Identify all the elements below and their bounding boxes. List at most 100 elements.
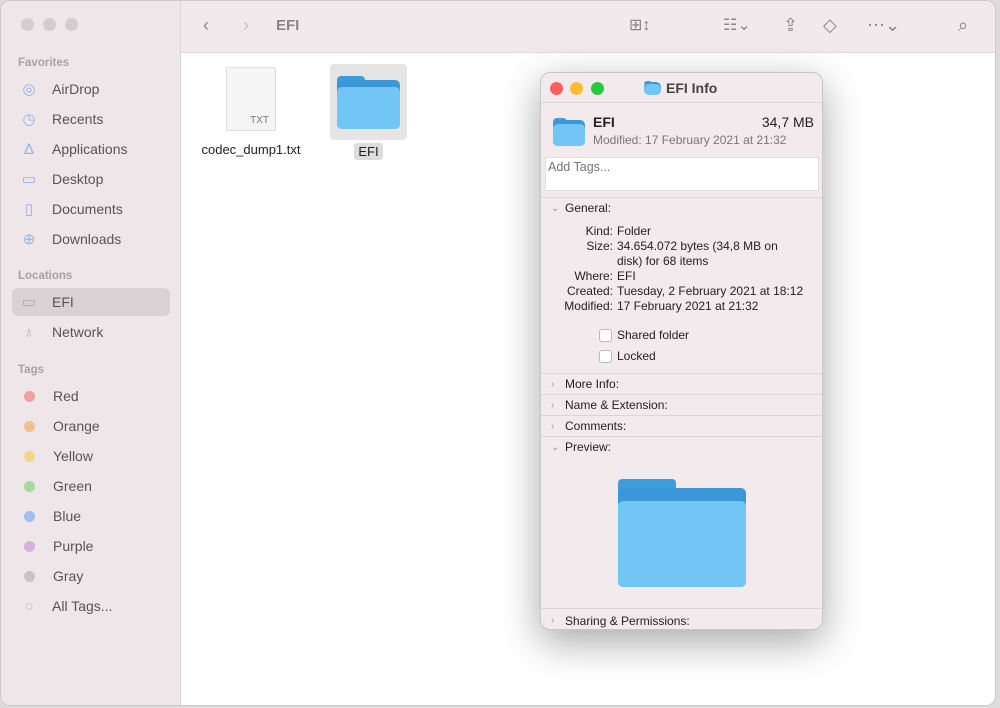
sidebar-item-red[interactable]: Red [12, 382, 170, 410]
field-key: Modified: [564, 299, 613, 313]
info-titlebar: EFI Info [541, 73, 822, 103]
info-close-button[interactable] [550, 82, 563, 95]
shared-folder-checkbox[interactable]: Shared folder [599, 328, 689, 342]
sidebar: Favorites ◎ AirDrop ◷ Recents ∆ Applications ▭… [1, 1, 181, 705]
sidebar-item-label: Recents [52, 111, 104, 127]
section-more-info[interactable]: › More Info: [541, 373, 822, 394]
section-label: More Info: [565, 377, 620, 391]
sidebar-item-label: Purple [53, 538, 94, 554]
section-preview[interactable]: ⌄ Preview: [541, 436, 822, 457]
sidebar-item-applications[interactable]: ∆ Applications [12, 135, 170, 163]
globe-icon: ♁ [23, 323, 35, 341]
file-name: codec_dump1.txt [201, 142, 301, 157]
icon-view-icon[interactable]: ⊞↕ [629, 15, 650, 35]
tag-icon[interactable]: ◇ [823, 15, 837, 36]
sidebar-item-label: Orange [53, 418, 100, 434]
sidebar-item-label: Network [52, 324, 104, 340]
forward-icon[interactable]: › [243, 15, 249, 36]
field-value: Tuesday, 2 February 2021 at 18:12 [617, 284, 804, 298]
chevron-right-icon: › [551, 399, 555, 411]
locked-checkbox[interactable]: Locked [599, 349, 656, 363]
tag-dot-icon [24, 510, 35, 522]
sidebar-item-gray[interactable]: Gray [12, 562, 170, 590]
tag-dot-icon [24, 450, 35, 462]
window-title: EFI [276, 17, 300, 34]
folder-icon [644, 81, 661, 95]
tag-dot-icon [24, 570, 35, 582]
info-minimize-button[interactable] [570, 82, 583, 95]
checkbox-box [599, 328, 612, 342]
field-value: disk) for 68 items [617, 254, 709, 268]
section-locations: Locations [18, 270, 73, 282]
sidebar-item-all-tags[interactable]: ○ All Tags... [12, 592, 170, 620]
sidebar-item-green[interactable]: Green [12, 472, 170, 500]
section-label: Name & Extension: [565, 398, 668, 412]
text-file-icon: TXT [226, 67, 276, 131]
info-zoom-button[interactable] [591, 82, 604, 95]
chevron-right-icon: › [551, 615, 555, 626]
download-icon: ⊕ [22, 231, 36, 248]
sidebar-item-label: EFI [52, 294, 74, 310]
toolbar: ‹ › EFI ⊞↕ ☷⌄ ⇪ ◇ ⋯⌄ ⌕ [181, 1, 995, 53]
sidebar-item-airdrop[interactable]: ◎ AirDrop [12, 75, 170, 103]
applications-icon: ∆ [24, 140, 34, 158]
sidebar-item-label: Green [53, 478, 92, 494]
info-title: EFI Info [666, 80, 718, 96]
zoom-button[interactable] [65, 18, 78, 31]
checkbox-label: Locked [617, 349, 656, 363]
tag-dot-icon [24, 390, 35, 402]
field-key: Size: [586, 239, 613, 253]
section-comments[interactable]: › Comments: [541, 415, 822, 436]
sidebar-item-yellow[interactable]: Yellow [12, 442, 170, 470]
chevron-down-icon: ⌄ [551, 202, 560, 214]
sidebar-item-efi[interactable]: ▭ EFI [12, 288, 170, 316]
share-icon[interactable]: ⇪ [783, 15, 798, 36]
sidebar-item-documents[interactable]: ▯ Documents [12, 195, 170, 223]
section-general[interactable]: ⌄ General: [541, 197, 822, 218]
sidebar-item-label: Blue [53, 508, 82, 524]
section-label: Comments: [565, 419, 627, 433]
field-value: EFI [617, 269, 636, 283]
file-name: EFI [354, 143, 383, 160]
sidebar-item-label: AirDrop [52, 81, 100, 97]
field-key: Kind: [585, 224, 613, 238]
section-label: Sharing & Permissions: [565, 613, 690, 628]
tag-dot-icon [24, 540, 35, 552]
info-name: EFI [593, 114, 615, 130]
field-value: 34.654.072 bytes (34,8 MB on [617, 239, 778, 253]
sidebar-item-orange[interactable]: Orange [12, 412, 170, 440]
all-tags-icon: ○ [24, 597, 34, 615]
document-icon: ▯ [24, 201, 34, 218]
sidebar-item-downloads[interactable]: ⊕ Downloads [12, 225, 170, 253]
chevron-down-icon: ⌄ [551, 441, 560, 453]
back-icon[interactable]: ‹ [203, 15, 209, 36]
sidebar-item-label: Yellow [53, 448, 93, 464]
search-icon[interactable]: ⌕ [958, 15, 968, 36]
close-button[interactable] [21, 18, 34, 31]
more-icon[interactable]: ⋯⌄ [867, 15, 900, 36]
sidebar-item-label: Documents [52, 201, 123, 217]
section-sharing-permissions[interactable]: › Sharing & Permissions: [541, 608, 822, 629]
file-codec-dump[interactable]: TXT codec_dump1.txt [196, 67, 306, 157]
sidebar-item-blue[interactable]: Blue [12, 502, 170, 530]
info-title-group: EFI Info [644, 80, 717, 96]
section-label: Preview: [565, 440, 612, 454]
tags-input[interactable] [545, 157, 819, 191]
desktop-icon: ▭ [21, 171, 37, 188]
sidebar-item-desktop[interactable]: ▭ Desktop [12, 165, 170, 193]
field-key: Created: [566, 284, 613, 298]
group-icon[interactable]: ☷⌄ [723, 15, 751, 35]
section-label: General: [565, 201, 612, 215]
info-modified: Modified: 17 February 2021 at 21:32 [593, 133, 787, 147]
file-efi[interactable]: EFI [330, 64, 407, 160]
sidebar-item-purple[interactable]: Purple [12, 532, 170, 560]
field-key: Where: [574, 269, 613, 283]
checkbox-label: Shared folder [617, 328, 690, 342]
sidebar-item-label: Gray [53, 568, 84, 584]
sidebar-item-recents[interactable]: ◷ Recents [12, 105, 170, 133]
checkbox-box [599, 349, 612, 363]
minimize-button[interactable] [43, 18, 56, 31]
sidebar-item-network[interactable]: ♁ Network [12, 318, 170, 346]
section-name-extension[interactable]: › Name & Extension: [541, 394, 822, 415]
chevron-right-icon: › [551, 420, 555, 432]
